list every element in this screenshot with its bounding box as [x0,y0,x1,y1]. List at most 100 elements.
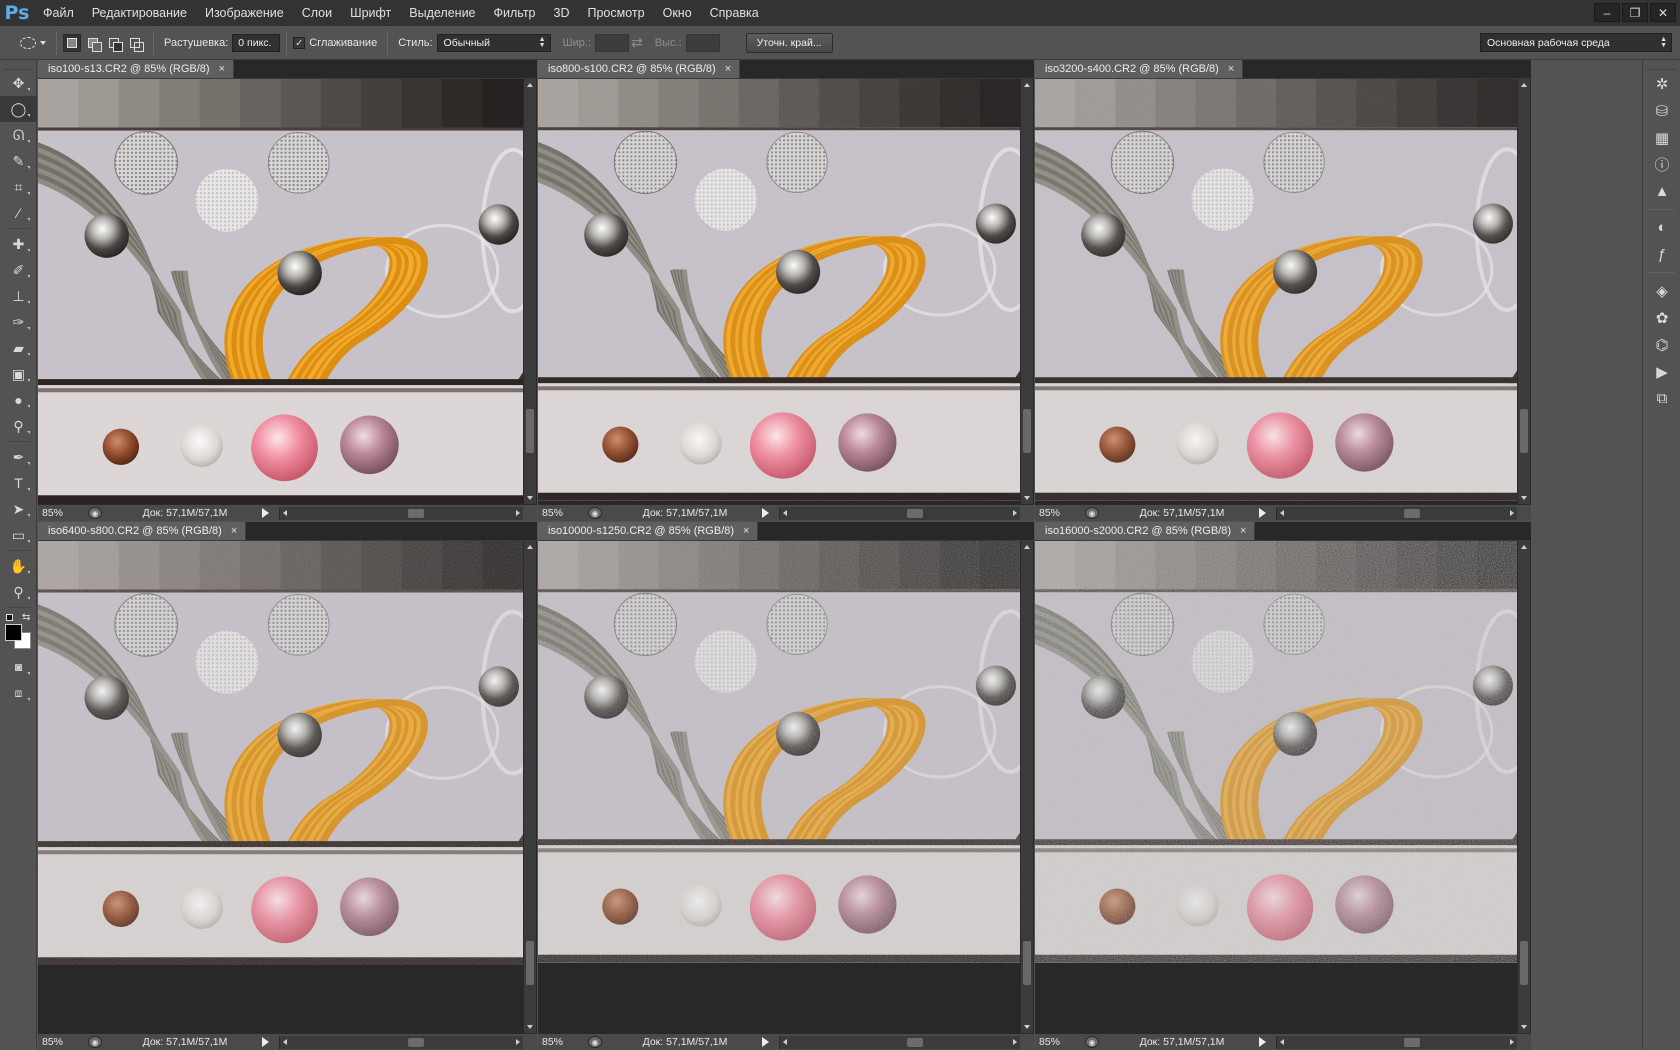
status-menu-icon[interactable] [1259,508,1266,518]
status-options-icon[interactable]: ◉ [88,1036,102,1048]
adjustments-panel-button[interactable]: ◐ [1643,214,1680,241]
status-options-icon[interactable]: ◉ [1085,507,1099,519]
workspace-select[interactable]: Основная рабочая среда ▲ ▼ [1480,33,1672,52]
swatches-panel-button[interactable]: ▦ [1643,124,1680,151]
horizontal-scrollbar[interactable] [279,506,523,520]
scroll-left-icon[interactable] [783,1038,787,1045]
refine-edge-button[interactable]: Уточн. край... [745,32,833,53]
info-panel-button[interactable]: ⓘ [1643,151,1680,178]
history-panel-button[interactable]: ⧉ [1643,385,1680,412]
menu-item[interactable]: Фильтр [485,0,545,26]
close-tab-icon[interactable]: × [219,63,225,75]
3d-panel-button[interactable]: ⛁ [1643,97,1680,124]
actions-panel-button[interactable]: ▶ [1643,358,1680,385]
image-canvas[interactable] [38,79,523,504]
feather-input[interactable] [232,33,281,52]
menu-item[interactable]: Изображение [196,0,293,26]
gradient-tool[interactable]: ▣ [0,361,37,387]
scrollbar-thumb[interactable] [1520,409,1528,453]
status-menu-icon[interactable] [762,508,769,518]
close-tab-icon[interactable]: × [743,525,749,537]
scroll-up-icon[interactable] [1521,545,1527,549]
scroll-left-icon[interactable] [1280,1038,1284,1045]
horizontal-scrollbar[interactable] [1276,1035,1517,1049]
scroll-left-icon[interactable] [283,1038,287,1045]
vertical-scrollbar[interactable] [523,541,536,1033]
image-canvas[interactable] [538,79,1020,504]
move-tool[interactable]: ✥ [0,70,37,96]
brush-tool[interactable]: ✐ [0,257,37,283]
zoom-level[interactable]: 85% [1035,1036,1085,1048]
scroll-right-icon[interactable] [516,1038,520,1045]
image-canvas[interactable] [538,541,1020,1033]
scrollbar-thumb[interactable] [907,508,923,518]
scroll-up-icon[interactable] [1521,83,1527,87]
scrollbar-thumb[interactable] [408,508,424,518]
status-options-icon[interactable]: ◉ [88,507,102,519]
scrollbar-thumb[interactable] [1520,941,1528,985]
scroll-right-icon[interactable] [516,509,520,516]
zoom-level[interactable]: 85% [538,1036,588,1048]
document-tab[interactable]: iso16000-s2000.CR2 @ 85% (RGB/8) × [1035,522,1256,540]
layers-panel-button[interactable]: ◈ [1643,277,1680,304]
quick-selection-tool[interactable]: ✎ [0,148,37,174]
scrollbar-thumb[interactable] [1023,409,1031,453]
history-brush-tool[interactable]: ✑ [0,309,37,335]
vertical-scrollbar[interactable] [1517,541,1530,1033]
pen-tool[interactable]: ✒ [0,444,37,470]
status-menu-icon[interactable] [262,508,269,518]
blur-tool[interactable]: ● [0,387,37,413]
rectangle-shape-tool[interactable]: ▭ [0,522,37,548]
image-canvas[interactable] [38,541,523,1033]
style-select[interactable]: Обычный ▲ ▼ [436,33,551,52]
eyedropper-tool[interactable]: ⁄ [0,200,37,226]
vertical-scrollbar[interactable] [1020,541,1033,1033]
menu-item[interactable]: Шрифт [341,0,400,26]
zoom-level[interactable]: 85% [538,507,588,519]
close-tab-icon[interactable]: × [231,525,237,537]
width-input[interactable] [595,33,630,52]
status-options-icon[interactable]: ◉ [588,1036,602,1048]
scrollbar-thumb[interactable] [907,1037,923,1047]
image-canvas[interactable] [1035,541,1517,1033]
scroll-right-icon[interactable] [1013,509,1017,516]
menu-item[interactable]: Выделение [400,0,484,26]
new-selection-button[interactable] [63,33,81,52]
scroll-left-icon[interactable] [283,509,287,516]
zoom-level[interactable]: 85% [38,507,88,519]
vertical-scrollbar[interactable] [1517,79,1530,504]
status-menu-icon[interactable] [1259,1037,1266,1047]
document-tab[interactable]: iso10000-s1250.CR2 @ 85% (RGB/8) × [538,522,759,540]
menu-item[interactable]: Окно [654,0,701,26]
scrollbar-thumb[interactable] [526,409,534,453]
document-tab[interactable]: iso800-s100.CR2 @ 85% (RGB/8) × [538,60,741,78]
scroll-left-icon[interactable] [1280,509,1284,516]
histogram-panel-button[interactable]: ▲ [1643,178,1680,205]
status-menu-icon[interactable] [762,1037,769,1047]
menu-item[interactable]: Слои [293,0,341,26]
foreground-color-swatch[interactable] [5,624,22,641]
elliptical-marquee-tool[interactable]: ◯ [0,96,37,122]
document-tab[interactable]: iso3200-s400.CR2 @ 85% (RGB/8) × [1035,60,1244,78]
scroll-up-icon[interactable] [527,83,533,87]
dodge-tool[interactable]: ⚲ [0,413,37,439]
scroll-down-icon[interactable] [527,496,533,500]
eraser-tool[interactable]: ▰ [0,335,37,361]
horizontal-scrollbar[interactable] [779,506,1020,520]
close-tab-icon[interactable]: × [1240,525,1246,537]
status-options-icon[interactable]: ◉ [588,507,602,519]
antialias-checkbox[interactable]: ✓ [293,36,306,49]
scroll-right-icon[interactable] [1510,1038,1514,1045]
zoom-level[interactable]: 85% [38,1036,88,1048]
scroll-right-icon[interactable] [1013,1038,1017,1045]
status-options-icon[interactable]: ◉ [1085,1036,1099,1048]
scrollbar-thumb[interactable] [408,1037,424,1047]
height-input[interactable] [685,33,720,52]
scroll-down-icon[interactable] [1024,496,1030,500]
zoom-tool[interactable]: ⚲ [0,579,37,605]
tool-preset-picker[interactable] [6,30,50,56]
scrollbar-thumb[interactable] [1404,508,1420,518]
spot-healing-tool[interactable]: ✚ [0,231,37,257]
swap-dimensions-icon[interactable]: ⇄ [631,34,643,51]
subtract-from-selection-button[interactable] [105,34,123,52]
